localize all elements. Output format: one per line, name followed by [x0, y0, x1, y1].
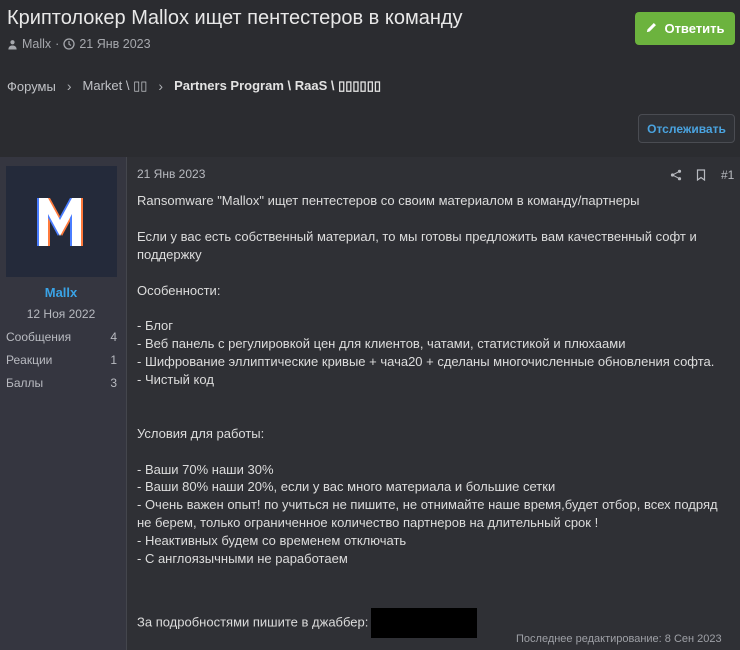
pencil-icon — [645, 21, 658, 37]
post-line: - Очень важен опыт! по учиться не пишите… — [137, 497, 718, 531]
page-title: Криптолокер Mallox ищет пентестеров в ко… — [7, 7, 463, 29]
thread-header: Криптолокер Mallox ищет пентестеров в ко… — [0, 0, 740, 157]
chevron-right-icon: › — [66, 78, 72, 94]
post-body: Ransomware "Mallox" ищет пентестеров со … — [137, 192, 735, 638]
thread-date[interactable]: 21 Янв 2023 — [79, 37, 150, 51]
post-line: - Чистый код — [137, 372, 214, 388]
post-actions: #1 — [670, 168, 734, 182]
post-line: Условия для работы: — [137, 425, 265, 441]
user-stat-reactions: Реакции 1 — [6, 353, 117, 367]
breadcrumb: Форумы › Market \ ▯▯ › Partners Program … — [7, 78, 381, 94]
post-content: 21 Янв 2023 #1 Ransomware "Mallox" ищет … — [137, 157, 737, 650]
post: Mallx 12 Ноя 2022 Сообщения 4 Реакции 1 … — [0, 157, 740, 650]
stat-label: Реакции — [6, 353, 53, 367]
stat-value: 4 — [110, 330, 117, 344]
user-stat-points: Баллы 3 — [6, 376, 117, 390]
post-line: - Шифрование эллиптические кривые + чача… — [137, 354, 715, 370]
breadcrumb-item-forums[interactable]: Форумы — [7, 79, 56, 94]
bookmark-icon[interactable] — [696, 169, 708, 181]
stat-value: 3 — [110, 376, 117, 390]
follow-button[interactable]: Отслеживать — [638, 114, 735, 143]
post-line: - Веб панель с регулировкой цен для клие… — [137, 336, 626, 352]
post-line: Если у вас есть собственный материал, то… — [137, 228, 697, 262]
post-line: Особенности: — [137, 282, 221, 298]
breadcrumb-item-market[interactable]: Market \ ▯▯ — [83, 78, 148, 94]
last-edited: Последнее редактирование: 8 Сен 2023 — [516, 633, 722, 645]
contact-label: За подробностями пишите в джаббер: — [137, 614, 369, 630]
user-icon — [7, 39, 18, 50]
thread-meta: Mallx · 21 Янв 2023 — [7, 37, 151, 51]
stat-value: 1 — [110, 353, 117, 367]
post-line: - Ваши 70% наши 30% — [137, 461, 274, 477]
user-joined-date: 12 Ноя 2022 — [26, 307, 96, 321]
post-line: Ransomware "Mallox" ищет пентестеров со … — [137, 193, 640, 208]
chevron-right-icon: › — [158, 78, 164, 94]
clock-icon — [63, 38, 75, 50]
post-line: - С англоязычными не раработаем — [137, 551, 348, 567]
share-icon[interactable] — [670, 169, 682, 181]
post-line: - Неактивных будем со временем отключать — [137, 533, 407, 549]
meta-separator: · — [55, 37, 60, 51]
avatar[interactable] — [6, 166, 117, 277]
breadcrumb-item-partners[interactable]: Partners Program \ RaaS \ ▯▯▯▯▯▯ — [174, 78, 381, 94]
post-username[interactable]: Mallx — [0, 285, 122, 300]
user-stat-messages: Сообщения 4 — [6, 330, 117, 344]
redacted-contact — [371, 607, 478, 638]
post-number[interactable]: #1 — [721, 168, 734, 182]
post-line: - Ваши 80% наши 20%, если у вас много ма… — [137, 479, 556, 495]
thread-author[interactable]: Mallx — [22, 37, 51, 51]
reply-button[interactable]: Ответить — [635, 12, 735, 45]
post-user-info: Mallx 12 Ноя 2022 Сообщения 4 Реакции 1 … — [0, 157, 127, 650]
stat-label: Сообщения — [6, 330, 72, 344]
post-line: - Блог — [137, 318, 174, 334]
reply-label: Ответить — [664, 21, 725, 36]
stat-label: Баллы — [6, 376, 44, 390]
post-date[interactable]: 21 Янв 2023 — [137, 167, 205, 181]
